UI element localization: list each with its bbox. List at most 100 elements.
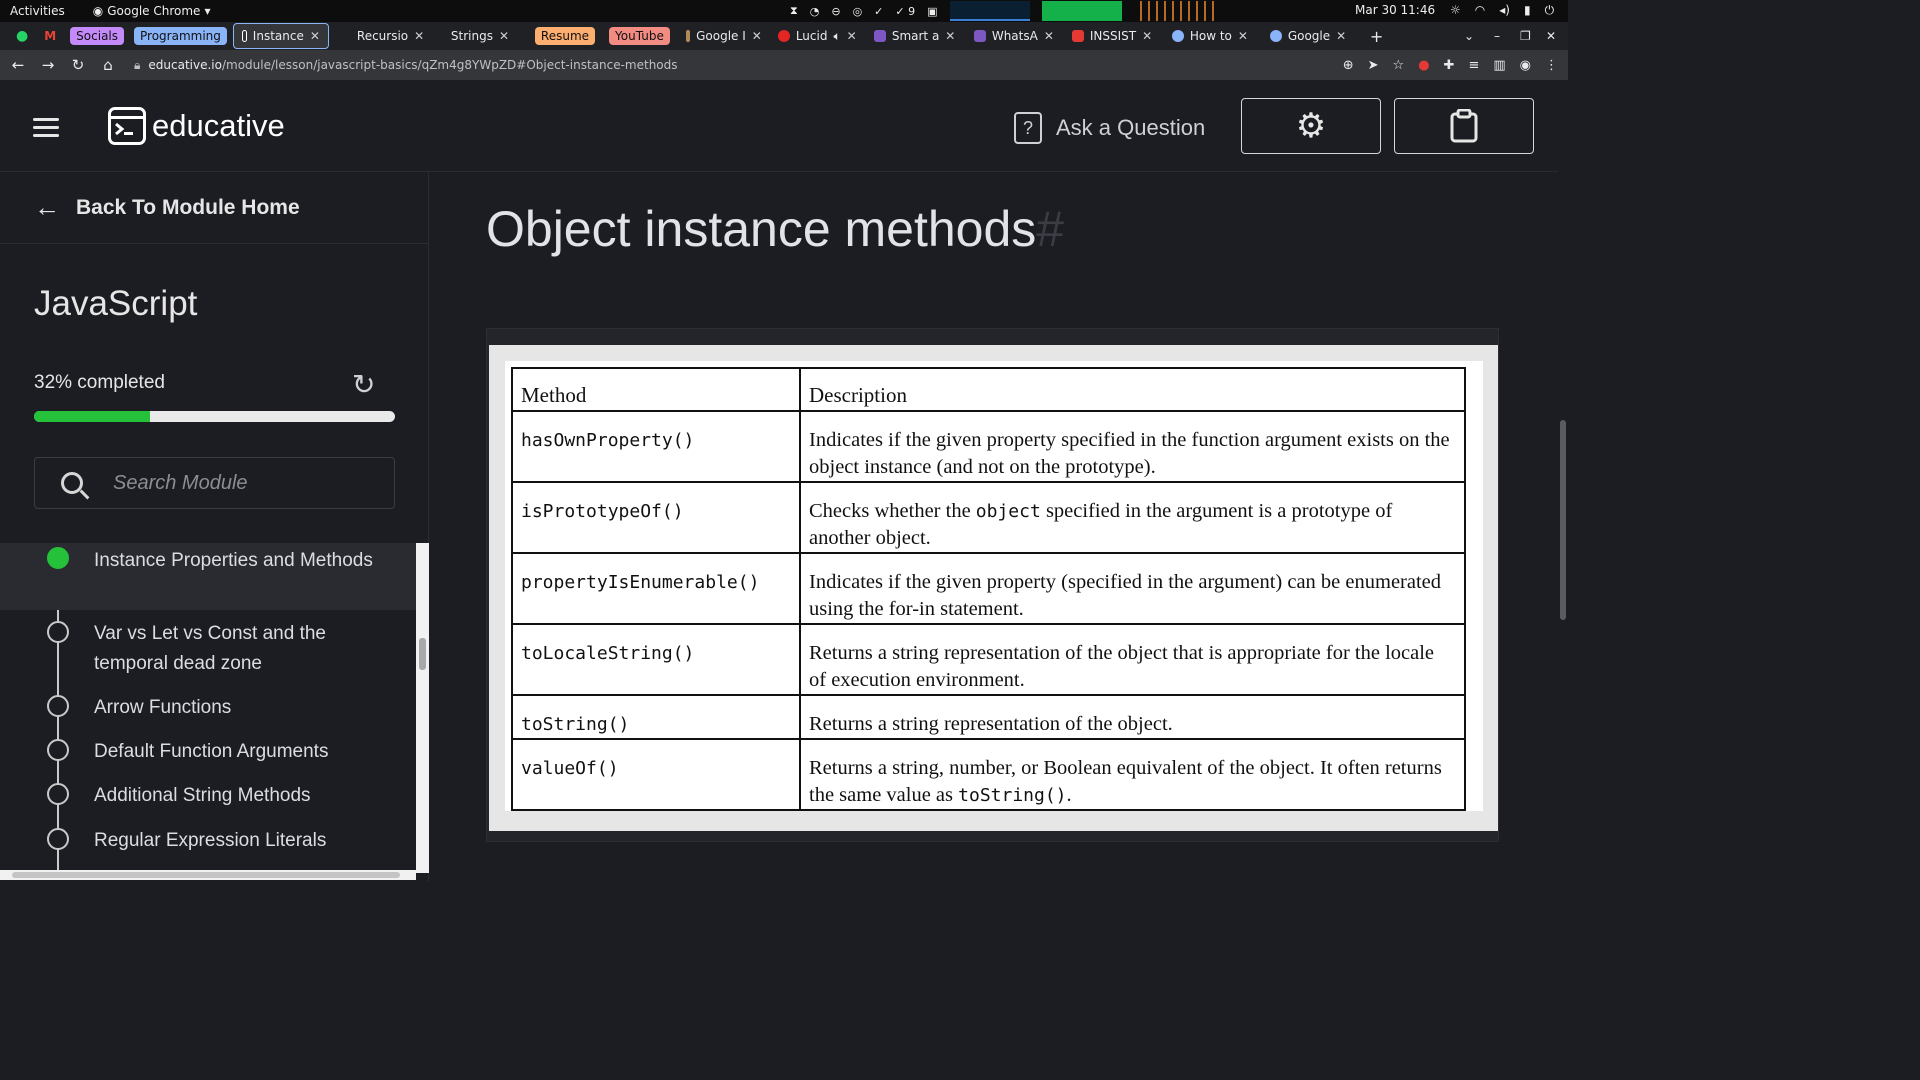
forward-icon[interactable]: →: [36, 56, 60, 74]
clipboard-button[interactable]: [1394, 98, 1534, 154]
check-icon[interactable]: ✓: [874, 5, 883, 18]
activities-button[interactable]: Activities: [10, 4, 65, 18]
brightness-icon: ☼: [1450, 3, 1461, 17]
tab-recursion[interactable]: Recursio ✕: [349, 23, 429, 49]
tab-google-1[interactable]: Google I ✕: [678, 23, 770, 49]
profile-avatar[interactable]: ◉: [1520, 58, 1531, 73]
lesson-item[interactable]: Default Function Arguments: [0, 737, 416, 767]
new-tab-button[interactable]: +: [1370, 27, 1383, 46]
tab-strings[interactable]: Strings ✕: [443, 23, 525, 49]
favicon-icon: [1171, 30, 1184, 42]
lesson-item[interactable]: Var vs Let vs Const and the temporal dea…: [0, 619, 416, 679]
tab-group-resume[interactable]: Resume: [534, 27, 596, 45]
tab-lucid[interactable]: Lucid 🔈︎ ✕: [770, 23, 866, 49]
hourglass-icon[interactable]: ⧗: [790, 4, 798, 18]
tab-group-youtube[interactable]: YouTube: [609, 27, 670, 45]
extensions-icon[interactable]: ✚: [1444, 58, 1455, 73]
search-input[interactable]: Search Module: [34, 457, 395, 509]
monitor-icon[interactable]: ▣: [927, 5, 937, 18]
tab-how-to[interactable]: How to ✕: [1164, 23, 1262, 49]
home-icon[interactable]: ⌂: [96, 56, 120, 74]
close-tab-icon[interactable]: ✕: [847, 29, 857, 43]
app-menu[interactable]: ◉ Google Chrome ▾: [93, 4, 211, 18]
hamburger-menu-icon[interactable]: [33, 118, 59, 137]
maximize-icon[interactable]: ❐: [1520, 29, 1531, 43]
whatsapp-pinned-tab-icon[interactable]: ●: [16, 28, 28, 44]
method-cell: propertyIsEnumerable(): [511, 552, 801, 625]
alarm-icon[interactable]: ◎: [853, 5, 863, 18]
settings-button[interactable]: ⚙: [1241, 98, 1381, 154]
side-panel-icon[interactable]: ▥: [1493, 58, 1505, 73]
back-label: Back To Module Home: [76, 195, 300, 219]
close-tab-icon[interactable]: ✕: [1044, 29, 1054, 43]
close-tab-icon[interactable]: ✕: [1142, 29, 1152, 43]
method-cell: valueOf(): [511, 738, 801, 811]
back-to-module-button[interactable]: ← Back To Module Home: [34, 192, 300, 223]
toolbar-icons: ⊕ ➤ ☆ ● ✚ ≡ ▥ ◉ ⋮: [1343, 58, 1558, 73]
more-menu-icon[interactable]: ⋮: [1545, 58, 1558, 73]
lesson-item[interactable]: Regular Expression Literals: [0, 826, 416, 856]
lesson-item[interactable]: Arrow Functions: [0, 693, 416, 723]
tasks-count[interactable]: ✓ 9: [895, 5, 915, 18]
lesson-status-dot: [47, 828, 69, 850]
address-bar[interactable]: 🔒︎ educative.io/module/lesson/javascript…: [134, 58, 678, 73]
table-row: valueOf() Returns a string, number, or B…: [511, 738, 1466, 811]
page-scrollbar[interactable]: [1558, 80, 1568, 882]
tab-group-programming[interactable]: Programming: [134, 27, 227, 45]
status-icons[interactable]: ☼ ◠ ◂) ▮ ⏻: [1450, 3, 1554, 18]
heading-anchor-link[interactable]: #: [1036, 201, 1064, 257]
lock-icon[interactable]: 🔒︎: [134, 58, 140, 73]
educative-logo[interactable]: educative: [108, 107, 285, 145]
search-placeholder: Search Module: [113, 471, 248, 494]
window-close-icon[interactable]: ✕: [1546, 29, 1556, 43]
clock[interactable]: Mar 30 11:46: [1355, 3, 1435, 17]
lesson-status-dot: [47, 547, 69, 569]
scrollbar-thumb[interactable]: [419, 638, 426, 670]
speaker-icon[interactable]: 🔈︎: [833, 29, 840, 44]
lesson-status-dot: [47, 695, 69, 717]
close-tab-icon[interactable]: ✕: [414, 29, 424, 43]
lesson-content: Object instance methods# Method Descript…: [430, 172, 1558, 882]
reload-icon[interactable]: ↻: [66, 56, 90, 74]
close-tab-icon[interactable]: ✕: [1238, 29, 1248, 43]
close-tab-icon[interactable]: ✕: [1336, 29, 1346, 43]
bookmark-star-icon[interactable]: ☆: [1393, 58, 1405, 73]
table-row: isPrototypeOf() Checks whether the objec…: [511, 481, 1466, 554]
tab-label: Google I: [696, 29, 746, 43]
tab-inssist[interactable]: INSSIST ✕: [1064, 23, 1164, 49]
tab-instance[interactable]: Instance ✕: [232, 23, 329, 49]
method-cell: hasOwnProperty(): [511, 410, 801, 483]
zoom-icon[interactable]: ⊕: [1343, 58, 1354, 73]
send-icon[interactable]: ➤: [1368, 58, 1379, 73]
reset-progress-icon[interactable]: ↻: [352, 368, 375, 401]
scrollbar-thumb[interactable]: [1560, 420, 1566, 620]
column-header: Method: [511, 367, 801, 412]
reading-list-icon[interactable]: ≡: [1468, 58, 1479, 73]
gmail-pinned-tab-icon[interactable]: M: [44, 29, 56, 43]
tab-group-socials[interactable]: Socials: [70, 27, 125, 45]
tab-smart[interactable]: Smart a ✕: [866, 23, 966, 49]
lesson-item[interactable]: Additional String Methods: [0, 781, 416, 811]
sidebar-scrollbar[interactable]: [416, 543, 429, 873]
method-cell: toLocaleString(): [511, 623, 801, 696]
disk-graph: [1133, 1, 1214, 21]
adblock-icon[interactable]: ●: [1418, 58, 1429, 73]
minimize-icon[interactable]: –: [1494, 29, 1500, 43]
network-graph: [949, 1, 1030, 21]
tab-google-2[interactable]: Google ✕: [1262, 23, 1360, 49]
scrollbar-thumb[interactable]: [12, 872, 400, 878]
lock-icon[interactable]: ⊖: [831, 5, 840, 18]
back-icon[interactable]: ←: [6, 56, 30, 74]
close-tab-icon[interactable]: ✕: [310, 29, 320, 43]
tab-whatsapp[interactable]: WhatsA ✕: [966, 23, 1064, 49]
timer-icon[interactable]: ◔: [810, 5, 820, 18]
tab-search-icon[interactable]: ⌄: [1464, 29, 1474, 43]
close-tab-icon[interactable]: ✕: [752, 29, 762, 43]
ask-question-button[interactable]: ? Ask a Question: [1014, 112, 1205, 144]
close-tab-icon[interactable]: ✕: [499, 29, 509, 43]
sidebar-horizontal-scrollbar[interactable]: [0, 870, 416, 880]
lesson-item[interactable]: Instance Properties and Methods: [0, 543, 416, 610]
favicon-icon: [685, 30, 691, 42]
tab-label: How to: [1189, 29, 1232, 43]
close-tab-icon[interactable]: ✕: [945, 29, 955, 43]
